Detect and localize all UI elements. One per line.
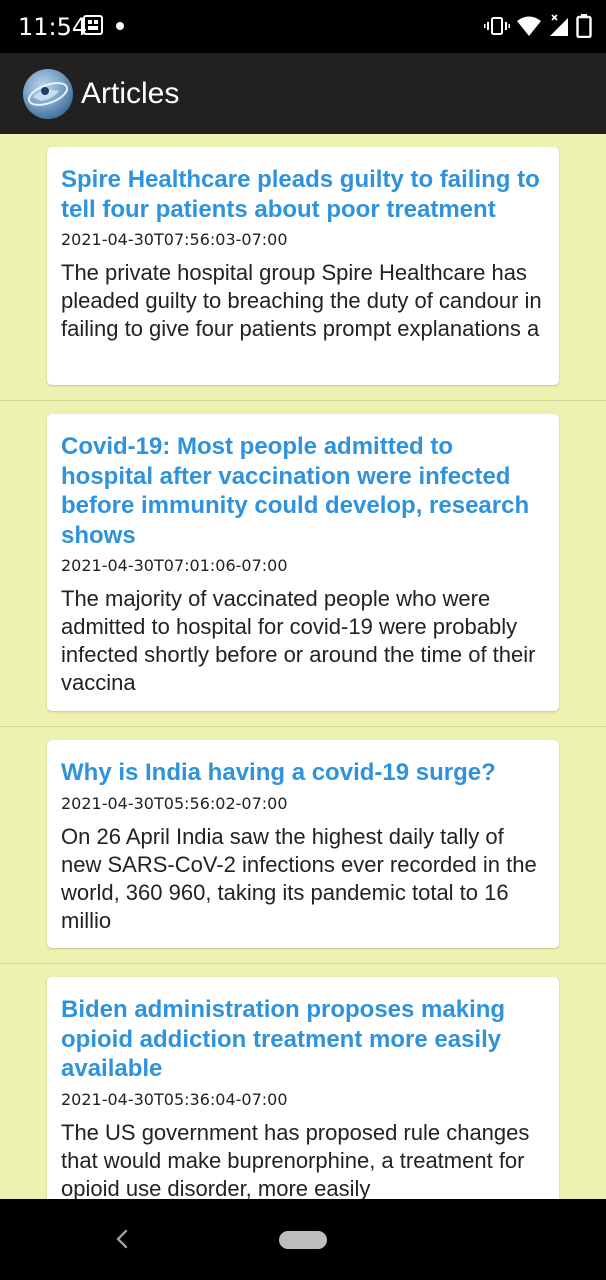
wifi-icon: [517, 16, 541, 36]
list-item[interactable]: Why is India having a covid-19 surge? 20…: [0, 727, 606, 964]
cellular-signal-icon: [550, 14, 568, 36]
article-date: 2021-04-30T07:56:03-07:00: [61, 230, 288, 249]
list-item[interactable]: Covid-19: Most people admitted to hospit…: [0, 401, 606, 727]
status-bar: 11:54: [0, 0, 606, 53]
article-summary: The majority of vaccinated people who we…: [61, 586, 536, 695]
article-title[interactable]: Spire Healthcare pleads guilty to failin…: [61, 165, 545, 224]
article-date: 2021-04-30T07:01:06-07:00: [61, 556, 288, 575]
article-summary: The US government has proposed rule chan…: [61, 1119, 530, 1200]
battery-icon: [576, 14, 592, 38]
article-card[interactable]: Covid-19: Most people admitted to hospit…: [47, 414, 559, 711]
article-title[interactable]: Covid-19: Most people admitted to hospit…: [61, 432, 545, 550]
article-title[interactable]: Biden administration proposes making opi…: [61, 995, 545, 1084]
vibrate-icon: [484, 17, 510, 35]
list-item[interactable]: Spire Healthcare pleads guilty to failin…: [0, 134, 606, 401]
article-card[interactable]: Biden administration proposes making opi…: [47, 977, 559, 1199]
app-logo-icon: [23, 69, 73, 119]
status-icons: [484, 13, 592, 39]
list-item[interactable]: Biden administration proposes making opi…: [0, 964, 606, 1199]
article-title[interactable]: Why is India having a covid-19 surge?: [61, 758, 545, 788]
article-date: 2021-04-30T05:56:02-07:00: [61, 793, 288, 813]
home-button[interactable]: [279, 1231, 327, 1249]
notification-dot-icon: [116, 22, 124, 30]
status-time: 11:54: [18, 13, 88, 41]
app-title: Articles: [81, 77, 180, 110]
back-icon[interactable]: [113, 1227, 131, 1251]
app-bar: Articles: [0, 53, 606, 134]
notification-icon: [83, 15, 103, 35]
article-card[interactable]: Spire Healthcare pleads guilty to failin…: [47, 147, 559, 385]
article-summary: On 26 April India saw the highest daily …: [61, 823, 537, 933]
article-date: 2021-04-30T05:36:04-07:00: [61, 1089, 288, 1109]
article-card[interactable]: Why is India having a covid-19 surge? 20…: [47, 740, 559, 948]
article-list[interactable]: Spire Healthcare pleads guilty to failin…: [0, 134, 606, 1199]
article-summary: The private hospital group Spire Healthc…: [61, 260, 542, 341]
